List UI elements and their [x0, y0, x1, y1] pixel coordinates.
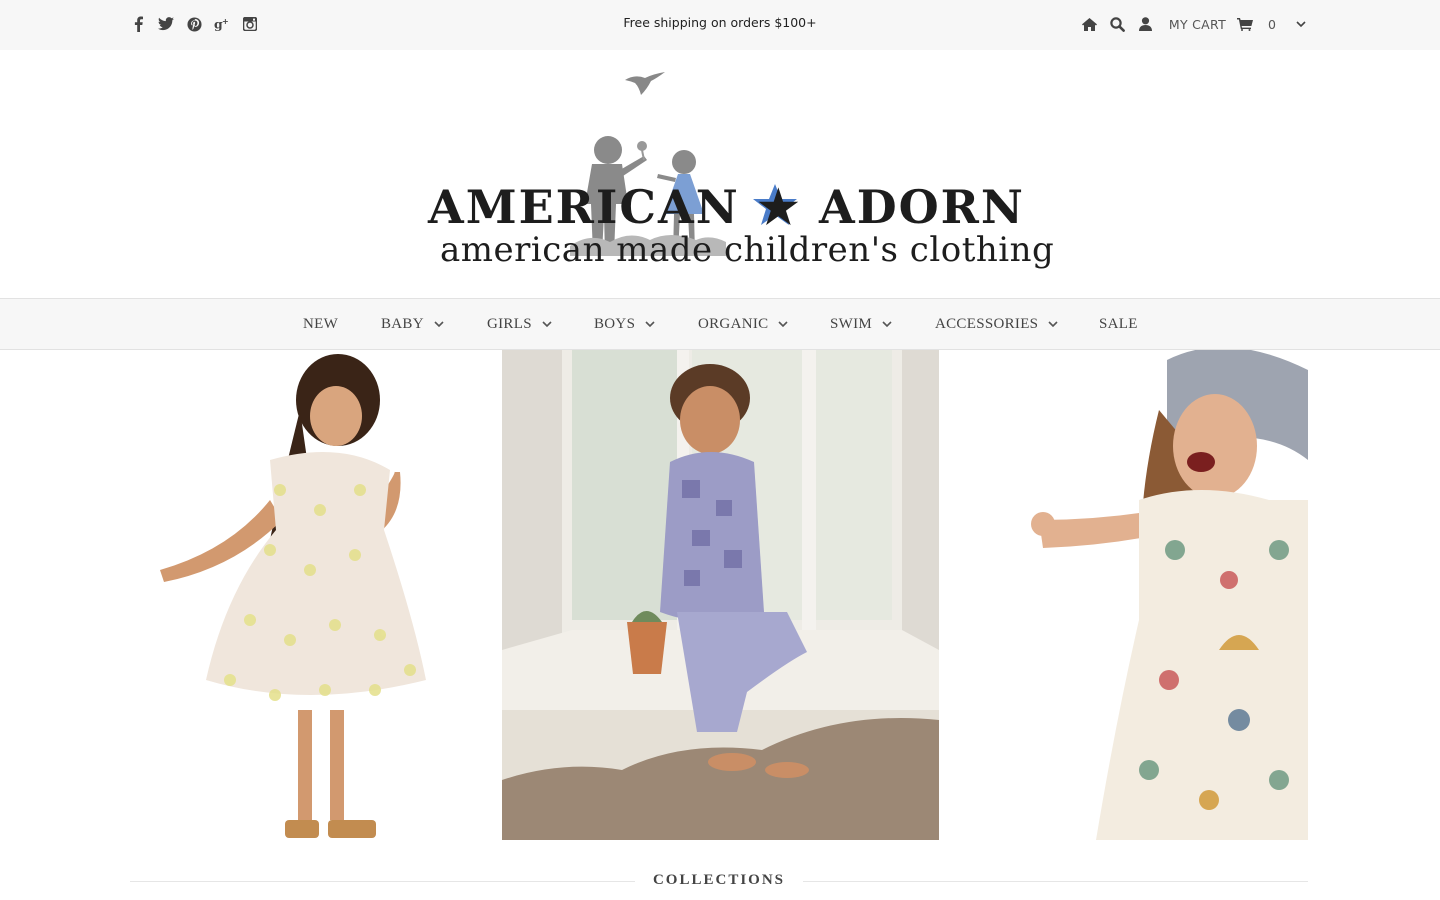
nav-item-label: ORGANIC [698, 316, 769, 332]
nav-item-new[interactable]: NEW [303, 316, 338, 333]
nav-item-label: SWIM [830, 316, 873, 332]
nav-item-label: GIRLS [487, 316, 532, 332]
collections-heading: COLLECTIONS [130, 868, 1308, 892]
hero-image-girl-laughing[interactable] [939, 350, 1308, 840]
chevron-down-icon [1048, 321, 1058, 328]
search-icon[interactable] [1109, 14, 1127, 34]
chevron-down-icon [882, 321, 892, 328]
logo-tagline: american made children's clothing [440, 230, 1055, 270]
divider [803, 881, 1308, 882]
cart-icon[interactable] [1236, 14, 1254, 34]
nav-item-label: SALE [1099, 316, 1138, 332]
header-tools: MY CART 0 [1081, 14, 1310, 34]
site-logo[interactable]: AMERICAN ★ ADORN american made children'… [420, 66, 1054, 280]
nav-item-swim[interactable]: SWIM [830, 316, 892, 333]
hero-image-toddler-window[interactable] [502, 350, 939, 840]
nav-item-label: ACCESSORIES [935, 316, 1039, 332]
top-bar: g + Free shipping on orders $100+ MY CART… [0, 0, 1440, 50]
nav-item-label: BOYS [594, 316, 636, 332]
chevron-down-icon [645, 321, 655, 328]
chevron-down-icon [434, 321, 444, 328]
user-icon[interactable] [1137, 14, 1155, 34]
hero-image-girl-floral-dress[interactable] [130, 350, 502, 840]
nav-item-sale[interactable]: SALE [1099, 316, 1138, 333]
cart-count: 0 [1268, 16, 1276, 32]
chevron-down-icon [542, 321, 552, 328]
nav-item-accessories[interactable]: ACCESSORIES [935, 316, 1058, 333]
chevron-down-icon[interactable] [1292, 14, 1310, 34]
chevron-down-icon [778, 321, 789, 328]
main-nav: NEW BABY GIRLS BOYS ORGANIC SWIM ACCESSO… [0, 298, 1440, 350]
nav-item-girls[interactable]: GIRLS [487, 316, 552, 333]
nav-item-organic[interactable]: ORGANIC [698, 316, 789, 333]
cart-link[interactable]: MY CART [1169, 17, 1226, 32]
nav-item-label: NEW [303, 316, 339, 332]
home-icon[interactable] [1081, 14, 1099, 34]
nav-item-baby[interactable]: BABY [381, 316, 444, 333]
nav-item-label: BABY [381, 316, 424, 332]
logo-title: AMERICAN ★ ADORN [428, 180, 1025, 234]
nav-item-boys[interactable]: BOYS [594, 316, 655, 333]
